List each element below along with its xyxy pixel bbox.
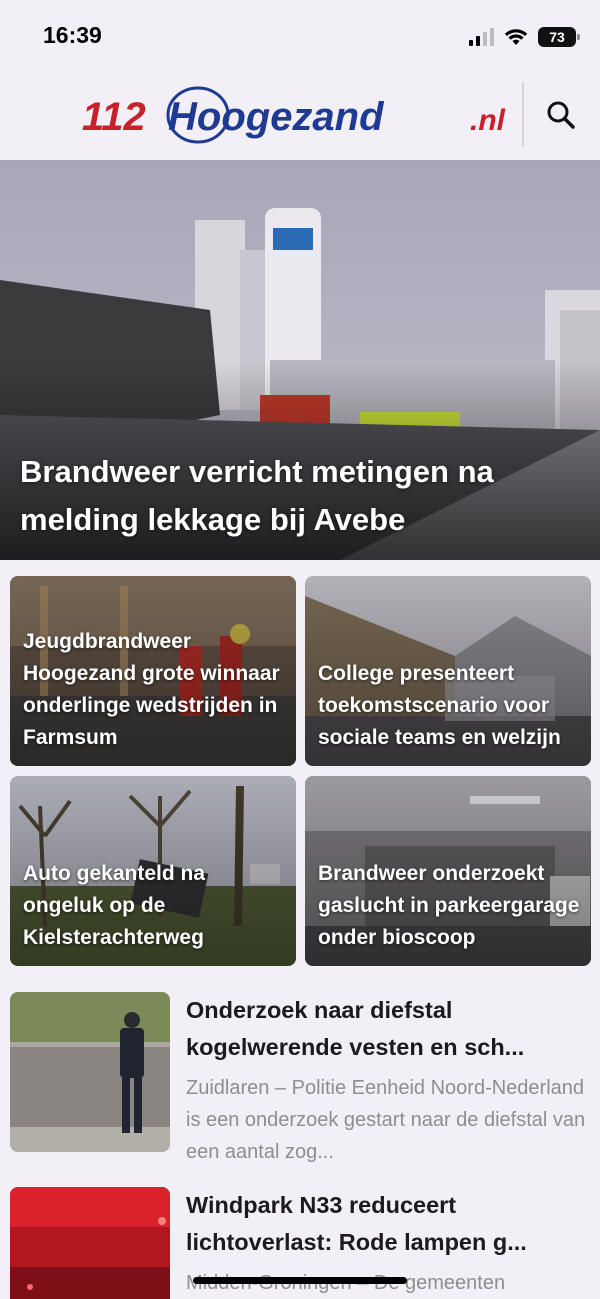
hero-article[interactable]: Brandweer verricht metingen na melding l… [0,160,600,560]
list-title: Onderzoek naar diefstal kogelwerende ves… [186,997,525,1060]
grid-card[interactable]: Auto gekanteld na ongeluk op de Kielster… [10,776,296,966]
wifi-icon [504,29,528,45]
battery-icon: 73 [538,27,580,47]
site-logo[interactable]: 112 Hoogezand .nl [80,84,525,146]
card-title: Jeugdbrandweer Hoogezand grote winnaar o… [23,630,280,749]
list-title: Windpark N33 reduceert lichtoverlast: Ro… [186,1192,527,1255]
list-thumbnail [10,1187,170,1299]
header-divider [522,82,524,146]
home-indicator[interactable] [193,1277,407,1284]
list-thumbnail [10,992,170,1152]
battery-level: 73 [549,29,565,45]
status-time: 16:39 [43,22,102,48]
signal-icon [469,28,494,46]
search-button[interactable] [540,94,582,136]
logo-tld: .nl [470,104,506,137]
grid-card[interactable]: Jeugdbrandweer Hoogezand grote winnaar o… [10,576,296,766]
app-header: 112 Hoogezand .nl [0,70,600,160]
status-icons: 73 [469,25,580,49]
card-title: Brandweer onderzoekt gaslucht in parkeer… [318,862,580,949]
status-bar: 16:39 73 [0,0,600,70]
card-title: College presenteert toekomstscenario voo… [318,662,561,749]
list-excerpt: Zuidlaren – Politie Eenheid Noord-Nederl… [186,1077,586,1163]
grid-card[interactable]: College presenteert toekomstscenario voo… [305,576,591,766]
logo-number: 112 [82,95,146,139]
list-item[interactable]: Onderzoek naar diefstal kogelwerende ves… [10,992,590,1167]
grid-card[interactable]: Brandweer onderzoekt gaslucht in parkeer… [305,776,591,966]
logo-name: Hoogezand [168,95,385,139]
card-title: Auto gekanteld na ongeluk op de Kielster… [23,862,206,949]
hero-title: Brandweer verricht metingen na melding l… [20,454,494,537]
search-icon [547,101,575,129]
